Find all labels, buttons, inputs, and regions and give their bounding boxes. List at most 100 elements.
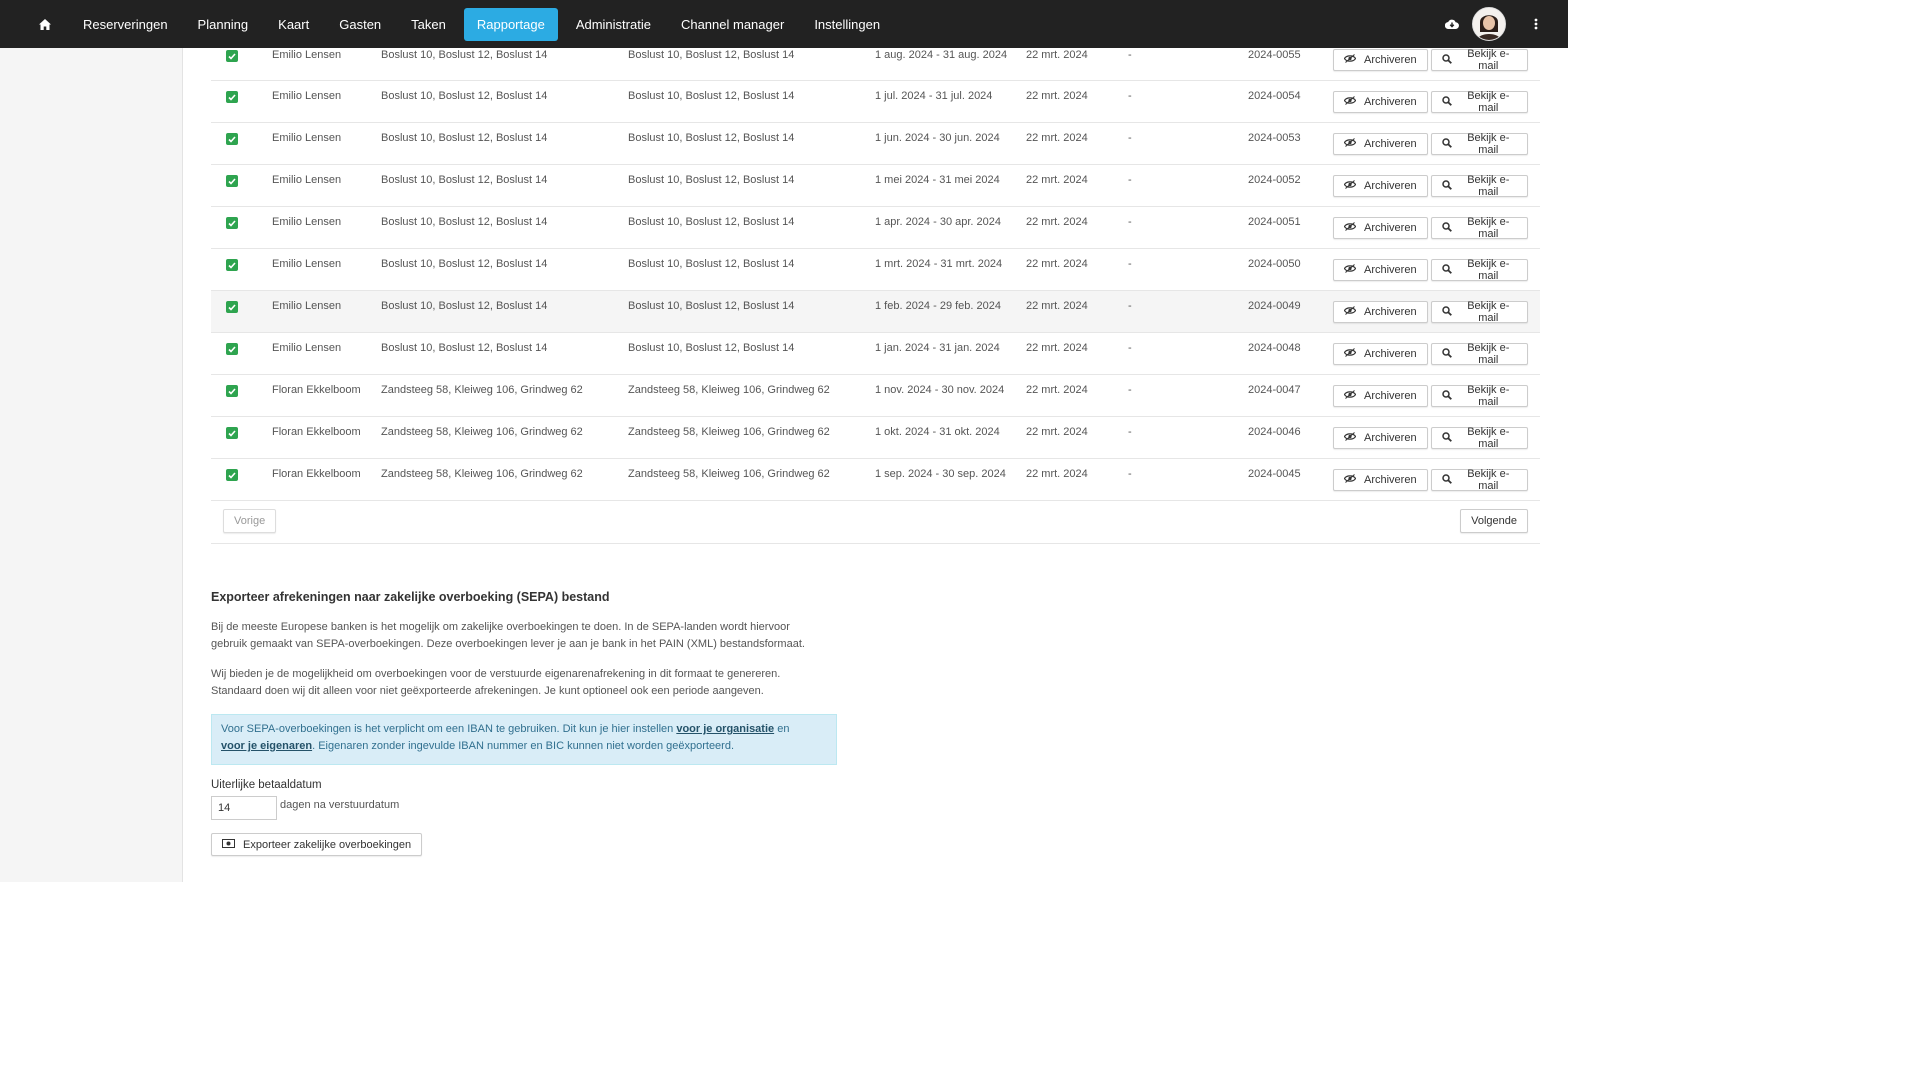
archive-button[interactable]: Archiveren bbox=[1333, 301, 1428, 323]
table-row: Emilio Lensen Boslust 10, Boslust 12, Bos… bbox=[211, 48, 1540, 81]
nav-item-reserveringen[interactable]: Reserveringen bbox=[68, 0, 183, 48]
statement-number: 2024-0048 bbox=[1248, 342, 1301, 354]
owners-iban-link[interactable]: voor je eigenaren bbox=[221, 740, 312, 752]
sent-date: 22 mrt. 2024 bbox=[1026, 174, 1088, 186]
view-email-button[interactable]: Bekijk e-mail bbox=[1430, 426, 1528, 450]
row-checkbox[interactable] bbox=[226, 301, 238, 313]
sent-date: 22 mrt. 2024 bbox=[1026, 132, 1088, 144]
accommodations: Boslust 10, Boslust 12, Boslust 14 bbox=[381, 258, 548, 270]
archive-button[interactable]: Archiveren bbox=[1333, 469, 1428, 491]
archive-label: Archiveren bbox=[1364, 138, 1417, 150]
view-email-button[interactable]: Bekijk e-mail bbox=[1430, 132, 1528, 156]
owner-name: Floran Ekkelboom bbox=[272, 426, 361, 438]
sent-date: 22 mrt. 2024 bbox=[1026, 342, 1088, 354]
nav-item-kaart[interactable]: Kaart bbox=[263, 0, 324, 48]
row-checkbox[interactable] bbox=[226, 469, 238, 481]
sent-date: 22 mrt. 2024 bbox=[1026, 216, 1088, 228]
table-row: Emilio Lensen Boslust 10, Boslust 12, Bos… bbox=[211, 164, 1540, 207]
view-email-button[interactable]: Bekijk e-mail bbox=[1430, 216, 1528, 240]
archive-label: Archiveren bbox=[1364, 264, 1417, 276]
home-icon[interactable] bbox=[22, 0, 68, 48]
row-checkbox[interactable] bbox=[226, 343, 238, 355]
row-checkbox[interactable] bbox=[226, 259, 238, 271]
archive-button[interactable]: Archiveren bbox=[1333, 427, 1428, 449]
due-date-label: Uiterlijke betaaldatum bbox=[211, 779, 322, 791]
next-page-button[interactable]: Volgende bbox=[1460, 509, 1528, 533]
search-icon bbox=[1441, 137, 1452, 151]
owner-name: Emilio Lensen bbox=[272, 216, 342, 228]
nav-item-rapportage[interactable]: Rapportage bbox=[463, 7, 558, 41]
sepa-options-line-2: Standaard doen wij dit alleen voor niet … bbox=[211, 685, 764, 697]
row-checkbox[interactable] bbox=[226, 217, 238, 229]
avatar[interactable] bbox=[1472, 7, 1506, 41]
eye-slash-icon bbox=[1343, 264, 1357, 276]
export-sepa-label: Exporteer zakelijke overboekingen bbox=[243, 838, 412, 851]
row-checkbox[interactable] bbox=[226, 91, 238, 103]
top-navbar: Reserveringen Planning Kaart Gasten Taken Rap… bbox=[0, 0, 1568, 48]
archive-button[interactable]: Archiveren bbox=[1333, 259, 1428, 281]
eye-slash-icon bbox=[1343, 348, 1357, 360]
row-checkbox[interactable] bbox=[226, 50, 238, 62]
view-email-button[interactable]: Bekijk e-mail bbox=[1430, 174, 1528, 198]
search-icon bbox=[1441, 95, 1452, 109]
period: 1 apr. 2024 - 30 apr. 2024 bbox=[875, 216, 1001, 228]
sepa-intro-line-1: Bij de meeste Europese banken is het mog… bbox=[211, 621, 790, 633]
view-email-button[interactable]: Bekijk e-mail bbox=[1430, 300, 1528, 324]
row-checkbox[interactable] bbox=[226, 427, 238, 439]
statement-number: 2024-0052 bbox=[1248, 174, 1301, 186]
sent-date: 22 mrt. 2024 bbox=[1026, 49, 1088, 61]
search-icon bbox=[1441, 473, 1452, 487]
sent-date: 22 mrt. 2024 bbox=[1026, 300, 1088, 312]
organisation-iban-link[interactable]: voor je organisatie bbox=[676, 723, 774, 735]
archive-button[interactable]: Archiveren bbox=[1333, 49, 1428, 71]
period: 1 aug. 2024 - 31 aug. 2024 bbox=[875, 49, 1008, 61]
export-sepa-button[interactable]: Exporteer zakelijke overboekingen bbox=[211, 833, 423, 856]
owner-name: Emilio Lensen bbox=[272, 49, 342, 61]
view-email-label: Bekijk e-mail bbox=[1467, 468, 1510, 492]
owner-name: Floran Ekkelboom bbox=[272, 384, 361, 396]
paid-date: - bbox=[1128, 132, 1132, 144]
accommodations: Boslust 10, Boslust 12, Boslust 14 bbox=[381, 90, 548, 102]
accommodations-statement: Zandsteeg 58, Kleiweg 106, Grindweg 62 bbox=[628, 426, 830, 438]
archive-button[interactable]: Archiveren bbox=[1333, 91, 1428, 113]
sent-date: 22 mrt. 2024 bbox=[1026, 90, 1088, 102]
nav-right bbox=[1442, 0, 1568, 48]
eye-slash-icon bbox=[1343, 306, 1357, 318]
cloud-download-icon[interactable] bbox=[1442, 0, 1462, 48]
nav-item-administratie[interactable]: Administratie bbox=[561, 0, 666, 48]
owner-name: Floran Ekkelboom bbox=[272, 468, 361, 480]
archive-button[interactable]: Archiveren bbox=[1333, 343, 1428, 365]
row-checkbox[interactable] bbox=[226, 385, 238, 397]
owner-name: Emilio Lensen bbox=[272, 300, 342, 312]
row-checkbox[interactable] bbox=[226, 175, 238, 187]
nav-item-gasten[interactable]: Gasten bbox=[324, 0, 396, 48]
nav-item-instellingen[interactable]: Instellingen bbox=[799, 0, 895, 48]
nav-item-channel-manager[interactable]: Channel manager bbox=[666, 0, 799, 48]
view-email-button[interactable]: Bekijk e-mail bbox=[1430, 258, 1528, 282]
previous-page-button[interactable]: Vorige bbox=[223, 509, 277, 533]
owner-name: Emilio Lensen bbox=[272, 258, 342, 270]
view-email-button[interactable]: Bekijk e-mail bbox=[1430, 384, 1528, 408]
nav-item-planning[interactable]: Planning bbox=[183, 0, 264, 48]
archive-button[interactable]: Archiveren bbox=[1333, 217, 1428, 239]
row-checkbox[interactable] bbox=[226, 133, 238, 145]
pagination: Vorige Volgende bbox=[211, 501, 1540, 544]
view-email-label: Bekijk e-mail bbox=[1467, 300, 1510, 324]
view-email-button[interactable]: Bekijk e-mail bbox=[1430, 90, 1528, 114]
view-email-button[interactable]: Bekijk e-mail bbox=[1430, 48, 1528, 72]
sepa-intro-line-2: gebruik gemaakt van SEPA-overboekingen. … bbox=[211, 638, 805, 650]
view-email-button[interactable]: Bekijk e-mail bbox=[1430, 342, 1528, 366]
period: 1 okt. 2024 - 31 okt. 2024 bbox=[875, 426, 1000, 438]
view-email-label: Bekijk e-mail bbox=[1467, 342, 1510, 366]
nav-item-taken[interactable]: Taken bbox=[396, 0, 461, 48]
paid-date: - bbox=[1128, 258, 1132, 270]
archive-button[interactable]: Archiveren bbox=[1333, 175, 1428, 197]
statement-number: 2024-0045 bbox=[1248, 468, 1301, 480]
more-vertical-icon[interactable] bbox=[1526, 0, 1546, 48]
table-row: Emilio Lensen Boslust 10, Boslust 12, Bos… bbox=[211, 248, 1540, 291]
view-email-button[interactable]: Bekijk e-mail bbox=[1430, 468, 1528, 492]
accommodations: Boslust 10, Boslust 12, Boslust 14 bbox=[381, 132, 548, 144]
archive-button[interactable]: Archiveren bbox=[1333, 385, 1428, 407]
archive-button[interactable]: Archiveren bbox=[1333, 133, 1428, 155]
due-days-input[interactable]: 14 bbox=[211, 796, 277, 820]
